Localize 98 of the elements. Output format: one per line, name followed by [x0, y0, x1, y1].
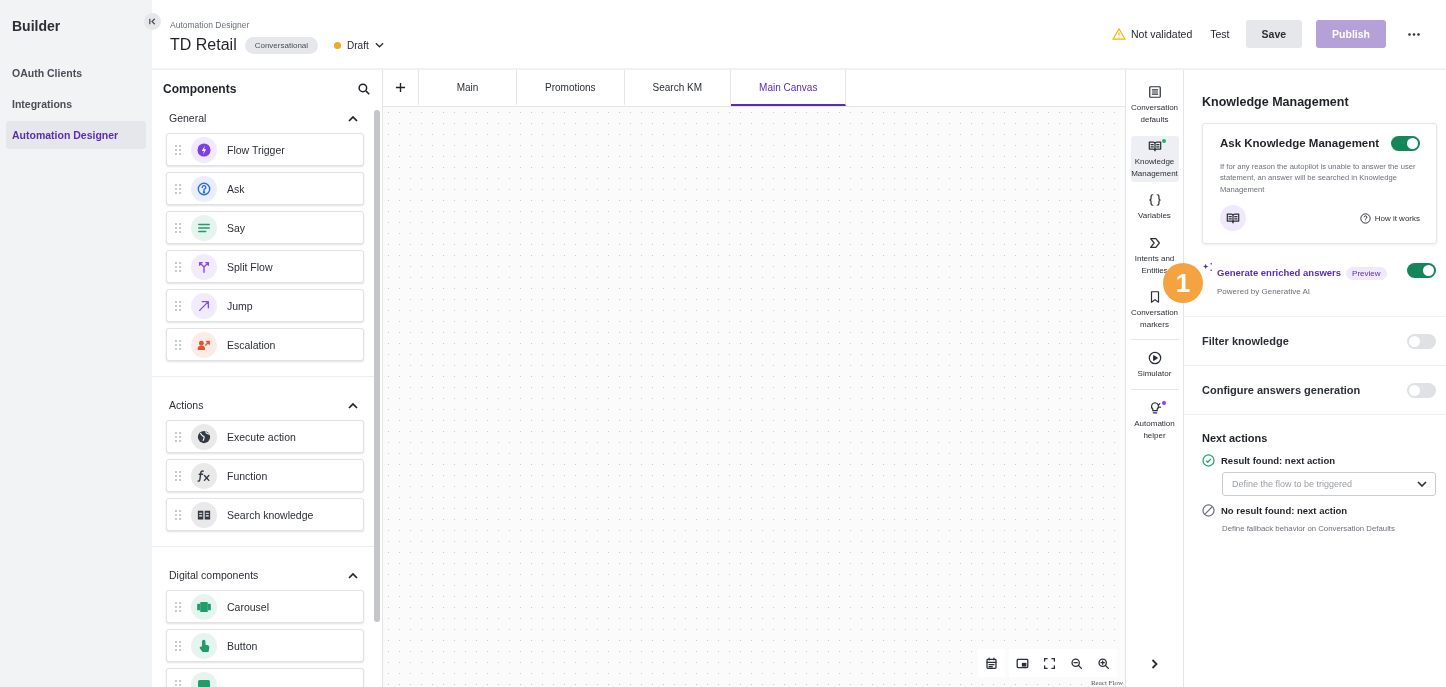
- component-card[interactable]: Jump: [166, 289, 364, 322]
- zoom-in-icon: [1097, 656, 1110, 670]
- play-icon: [1147, 351, 1162, 366]
- toggle-switch[interactable]: [1407, 334, 1436, 350]
- component-card[interactable]: Say: [166, 211, 364, 244]
- plus-icon: [395, 81, 406, 93]
- help-icon: [1359, 212, 1371, 224]
- blocked-icon: [1202, 504, 1215, 518]
- braces-icon: [1147, 193, 1162, 208]
- component-card[interactable]: Button: [166, 629, 364, 662]
- rail-item[interactable]: Automation helper: [1130, 397, 1179, 445]
- component-label: Button: [227, 639, 258, 652]
- section-title: General: [169, 112, 207, 124]
- test-link[interactable]: Test: [1210, 28, 1230, 40]
- check-circle-icon: [1202, 454, 1215, 468]
- collapse-icon: [148, 17, 157, 26]
- sidebar-item[interactable]: Integrations: [6, 90, 146, 118]
- drag-handle-icon[interactable]: [175, 431, 181, 442]
- component-card[interactable]: Split Flow: [166, 250, 364, 283]
- drag-handle-icon[interactable]: [175, 300, 181, 311]
- rail-item[interactable]: Conversation defaults: [1130, 82, 1179, 129]
- panel-title: Knowledge Management: [1201, 94, 1350, 111]
- preview-tag: Preview: [1346, 267, 1387, 281]
- rail-item[interactable]: Knowledge Management: [1130, 136, 1179, 183]
- chevron-icon[interactable]: [348, 114, 358, 122]
- list-icon: [1147, 85, 1162, 99]
- drag-handle-icon[interactable]: [175, 261, 181, 272]
- warning-icon: [1112, 28, 1126, 40]
- drag-handle-icon[interactable]: [175, 509, 181, 520]
- minimap-icon: [1016, 656, 1029, 670]
- sidebar-item[interactable]: OAuth Clients: [6, 59, 146, 87]
- status-label[interactable]: Draft: [347, 39, 369, 51]
- feature-subtitle: Powered by Generative AI: [1217, 287, 1310, 297]
- component-label: Search knowledge: [227, 508, 314, 521]
- toggle-switch[interactable]: [1407, 383, 1436, 399]
- type-tag: Conversational: [244, 36, 319, 54]
- intent-icon: [1147, 235, 1162, 250]
- feature-link[interactable]: Generate enriched answers: [1217, 267, 1342, 279]
- toggle-switch[interactable]: [1391, 136, 1420, 151]
- chevron-right-icon[interactable]: [1151, 659, 1158, 669]
- sparkle-icon: [1202, 262, 1213, 274]
- component-label: Execute action: [227, 430, 296, 443]
- drag-handle-icon[interactable]: [175, 601, 181, 612]
- rail-item[interactable]: Simulator: [1130, 348, 1179, 383]
- collapse-button[interactable]: [144, 13, 161, 30]
- toggle-switch[interactable]: [1407, 263, 1436, 279]
- caret-icon: [1417, 481, 1427, 488]
- breadcrumb[interactable]: Automation Designer: [170, 20, 250, 30]
- component-label: Flow Trigger: [227, 143, 285, 156]
- component-card[interactable]: Function: [166, 459, 364, 492]
- calendar-icon: [985, 656, 998, 670]
- component-card[interactable]: Ask: [166, 172, 364, 205]
- component-card[interactable]: Carousel: [166, 590, 364, 623]
- drag-handle-icon[interactable]: [175, 470, 181, 481]
- component-label: Split Flow: [227, 260, 273, 273]
- action-label: No result found: next action: [1221, 505, 1348, 517]
- component-card[interactable]: Execute action: [166, 420, 364, 453]
- book-icon: [1226, 211, 1240, 226]
- drag-handle-icon[interactable]: [175, 144, 181, 155]
- drag-handle-icon[interactable]: [175, 222, 181, 233]
- caret-icon[interactable]: [374, 42, 384, 48]
- sidebar-title: Builder: [12, 18, 61, 34]
- component-label: Ask: [227, 182, 245, 195]
- book-icon: [1147, 139, 1162, 154]
- component-label: Function: [227, 469, 268, 482]
- zoom-out-icon: [1070, 656, 1083, 670]
- chevron-icon[interactable]: [348, 401, 358, 409]
- fit-icon: [1043, 656, 1056, 670]
- setting-label: Filter knowledge: [1202, 335, 1289, 348]
- component-card[interactable]: Flow Trigger: [166, 133, 364, 166]
- drag-handle-icon[interactable]: [175, 640, 181, 651]
- help-link[interactable]: How it works: [1359, 212, 1420, 224]
- component-card[interactable]: Search knowledge: [166, 498, 364, 531]
- tab[interactable]: Main Canvas: [731, 70, 847, 106]
- component-label: Carousel: [227, 600, 270, 613]
- setting-label: Configure answers generation: [1202, 384, 1361, 397]
- drag-handle-icon[interactable]: [175, 339, 181, 350]
- component-label: Escalation: [227, 338, 276, 351]
- panel-title: Components: [163, 82, 237, 96]
- drag-handle-icon[interactable]: [175, 183, 181, 194]
- rail-item[interactable]: Variables: [1130, 190, 1179, 225]
- search-icon[interactable]: [358, 83, 370, 95]
- action-label: Result found: next action: [1221, 455, 1335, 467]
- component-label: Say: [227, 221, 246, 234]
- section-title: Actions: [169, 399, 204, 411]
- setting-title: Ask Knowledge Management: [1220, 137, 1380, 149]
- page-title: TD Retail: [170, 36, 237, 54]
- drag-handle-icon[interactable]: [175, 679, 181, 687]
- component-card[interactable]: Escalation: [166, 328, 364, 361]
- component-label: Jump: [227, 299, 253, 312]
- validation-status: Not validated: [1131, 28, 1193, 40]
- scrollbar[interactable]: [374, 110, 380, 622]
- save-button[interactable]: Save: [1245, 20, 1303, 48]
- section-title: Digital components: [169, 569, 259, 581]
- section-title: Next actions: [1202, 432, 1268, 445]
- sidebar-item[interactable]: Automation Designer: [6, 121, 146, 149]
- more-icon: [1408, 32, 1420, 36]
- chevron-icon[interactable]: [348, 571, 358, 579]
